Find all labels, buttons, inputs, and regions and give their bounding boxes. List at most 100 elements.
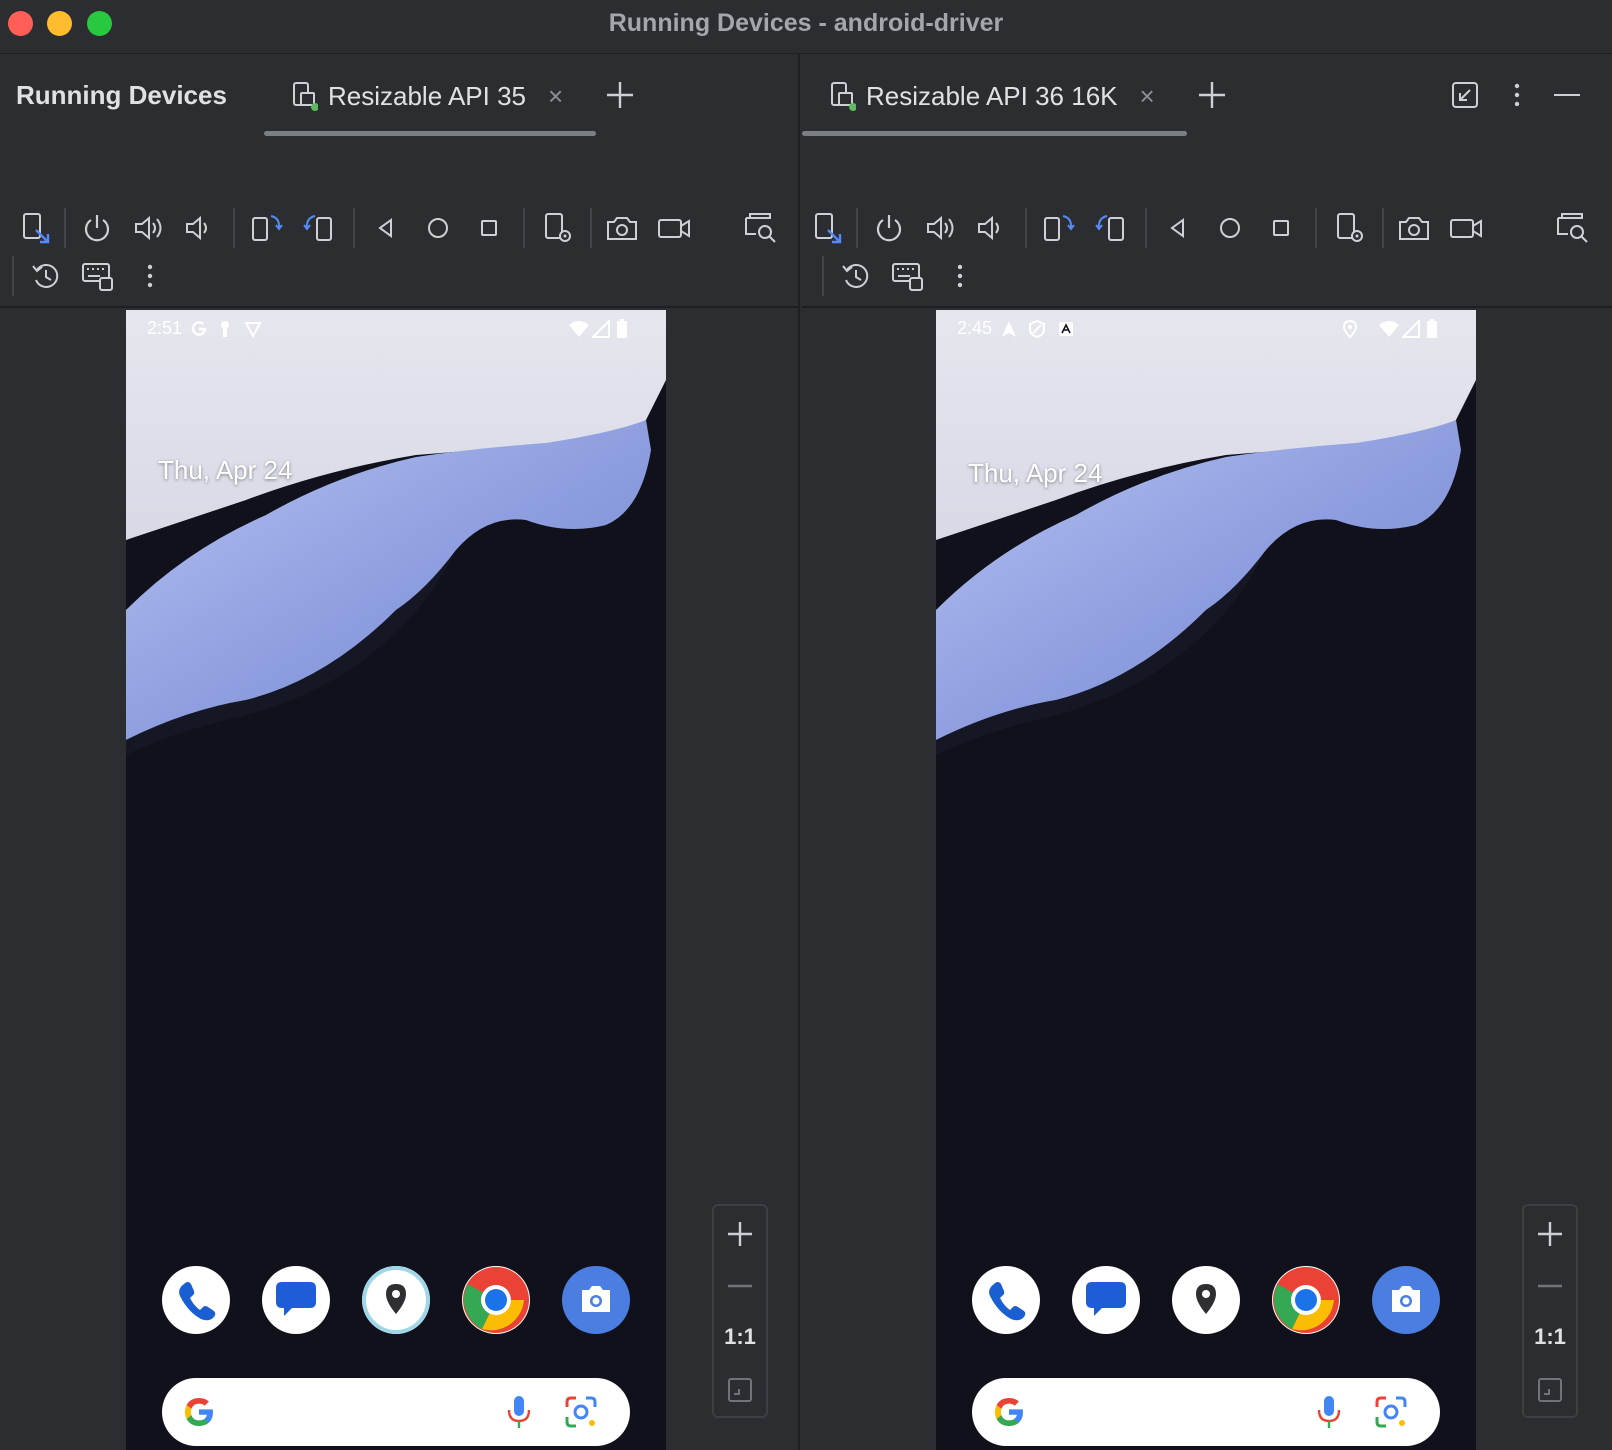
toolbar-separator bbox=[233, 208, 235, 248]
navigation-status-icon bbox=[1002, 321, 1016, 337]
phone-icon[interactable] bbox=[162, 1266, 230, 1334]
more-icon[interactable] bbox=[942, 258, 978, 294]
options-menu-button[interactable] bbox=[1500, 78, 1534, 112]
device-settings-icon[interactable] bbox=[1332, 210, 1368, 246]
toolbar-separator bbox=[856, 208, 858, 248]
microphone-icon[interactable] bbox=[504, 1394, 534, 1430]
device-toolbar bbox=[0, 138, 798, 308]
date-widget[interactable]: Thu, Apr 24 bbox=[968, 458, 1102, 489]
device-settings-icon[interactable] bbox=[540, 210, 576, 246]
screen-record-icon[interactable] bbox=[656, 210, 692, 246]
zoom-fit-button[interactable] bbox=[1524, 1370, 1576, 1410]
selected-tab-indicator bbox=[264, 131, 596, 136]
device-screen[interactable]: 2:45 Thu, Apr 24 bbox=[936, 310, 1476, 1450]
camera-icon[interactable] bbox=[562, 1266, 630, 1334]
mirror-device-icon[interactable] bbox=[18, 210, 54, 246]
toolbar-separator bbox=[590, 208, 592, 248]
inspect-icon[interactable] bbox=[1554, 210, 1590, 246]
tab-resizable-api-36-16k[interactable]: Resizable API 36 16K × bbox=[830, 76, 1155, 116]
date-widget[interactable]: Thu, Apr 24 bbox=[158, 455, 292, 486]
overview-icon[interactable] bbox=[471, 210, 507, 246]
status-time: 2:45 bbox=[957, 318, 993, 338]
zoom-actual-size-button[interactable]: 1:1 bbox=[714, 1324, 766, 1350]
screen-record-icon[interactable] bbox=[1448, 210, 1484, 246]
rotate-left-icon[interactable] bbox=[249, 210, 285, 246]
power-icon[interactable] bbox=[871, 210, 907, 246]
tab-label: Resizable API 35 bbox=[328, 80, 527, 111]
plus-icon bbox=[1538, 1222, 1562, 1246]
tab-bar: Running Devices Resizable API 35 × bbox=[0, 54, 798, 138]
screenshot-icon[interactable] bbox=[1396, 210, 1432, 246]
reset-icon[interactable] bbox=[28, 258, 64, 294]
maps-icon[interactable] bbox=[1172, 1266, 1240, 1334]
google-logo-icon bbox=[995, 1398, 1023, 1426]
zoom-actual-size-button[interactable]: 1:1 bbox=[1524, 1324, 1576, 1350]
more-icon[interactable] bbox=[132, 258, 168, 294]
keyboard-icon[interactable] bbox=[890, 258, 926, 294]
battery-icon bbox=[617, 319, 627, 338]
google-search-bar[interactable] bbox=[162, 1378, 630, 1446]
google-lens-icon[interactable] bbox=[564, 1395, 598, 1429]
toolbar-separator bbox=[12, 256, 14, 296]
device-screen[interactable]: 2:51 Thu, Apr 24 bbox=[126, 310, 666, 1450]
home-icon[interactable] bbox=[420, 210, 456, 246]
zoom-out-button[interactable] bbox=[714, 1266, 766, 1306]
close-tab-icon[interactable]: × bbox=[1140, 81, 1155, 112]
location-status-icon bbox=[1342, 320, 1358, 338]
maps-icon[interactable] bbox=[362, 1266, 430, 1334]
app-window: Running Devices - android-driver Running… bbox=[0, 0, 1612, 1450]
tab-resizable-api-35[interactable]: Resizable API 35 × bbox=[292, 76, 563, 116]
mirror-device-icon[interactable] bbox=[810, 210, 846, 246]
volume-down-icon[interactable] bbox=[180, 210, 216, 246]
device-pane-left: Running Devices Resizable API 35 × 2:51 … bbox=[0, 54, 800, 1450]
toolbar-separator bbox=[822, 256, 824, 296]
add-device-button[interactable] bbox=[1195, 78, 1229, 112]
microphone-icon[interactable] bbox=[1314, 1394, 1344, 1430]
google-lens-icon[interactable] bbox=[1374, 1395, 1408, 1429]
chrome-icon[interactable] bbox=[1272, 1266, 1340, 1334]
rotate-left-icon[interactable] bbox=[1041, 210, 1077, 246]
inspect-icon[interactable] bbox=[742, 210, 778, 246]
running-device-icon bbox=[830, 81, 857, 111]
overview-icon[interactable] bbox=[1263, 210, 1299, 246]
app-status-icon bbox=[1059, 322, 1073, 336]
phone-icon[interactable] bbox=[972, 1266, 1040, 1334]
detach-window-button[interactable] bbox=[1448, 78, 1482, 112]
rotate-right-icon[interactable] bbox=[1093, 210, 1129, 246]
google-search-bar[interactable] bbox=[972, 1378, 1440, 1446]
back-icon[interactable] bbox=[1160, 210, 1196, 246]
tab-label: Resizable API 36 16K bbox=[866, 80, 1118, 111]
screenshot-icon[interactable] bbox=[604, 210, 640, 246]
minus-icon bbox=[728, 1284, 752, 1288]
hide-tool-window-button[interactable] bbox=[1550, 78, 1584, 112]
zoom-in-button[interactable] bbox=[714, 1214, 766, 1254]
restore-icon bbox=[1452, 82, 1478, 108]
reset-icon[interactable] bbox=[838, 258, 874, 294]
rotate-right-icon[interactable] bbox=[301, 210, 337, 246]
minimize-icon bbox=[1554, 94, 1580, 96]
close-tab-icon[interactable]: × bbox=[548, 81, 563, 112]
signal-icon bbox=[592, 320, 610, 338]
zoom-fit-button[interactable] bbox=[714, 1370, 766, 1410]
back-icon[interactable] bbox=[368, 210, 404, 246]
keyboard-icon[interactable] bbox=[80, 258, 116, 294]
chrome-icon[interactable] bbox=[462, 1266, 530, 1334]
toolbar-separator bbox=[64, 208, 66, 248]
shield-status-icon bbox=[244, 322, 262, 338]
add-device-button[interactable] bbox=[603, 78, 637, 112]
wifi-icon bbox=[569, 321, 589, 337]
zoom-in-button[interactable] bbox=[1524, 1214, 1576, 1254]
messages-icon[interactable] bbox=[1072, 1266, 1140, 1334]
power-icon[interactable] bbox=[79, 210, 115, 246]
messages-icon[interactable] bbox=[262, 1266, 330, 1334]
camera-icon[interactable] bbox=[1372, 1266, 1440, 1334]
status-time: 2:51 bbox=[147, 318, 183, 338]
device-pane-right: Resizable API 36 16K × 2:45 Thu, Apr 24 … bbox=[802, 54, 1612, 1450]
volume-up-icon[interactable] bbox=[131, 210, 167, 246]
key-status-icon bbox=[221, 321, 229, 337]
volume-down-icon[interactable] bbox=[972, 210, 1008, 246]
more-icon bbox=[1514, 83, 1520, 107]
volume-up-icon[interactable] bbox=[923, 210, 959, 246]
zoom-out-button[interactable] bbox=[1524, 1266, 1576, 1306]
home-icon[interactable] bbox=[1212, 210, 1248, 246]
